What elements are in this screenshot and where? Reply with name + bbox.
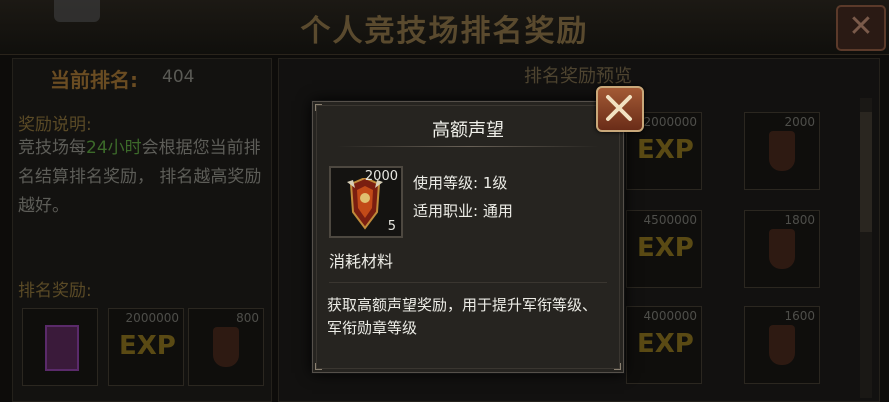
exp-icon: EXP [637, 329, 694, 359]
reward-desc-text: 竞技场每24小时会根据您当前排名结算排名奖励， 排名越高奖励越好。 [18, 134, 268, 221]
item-tooltip: 高额声望 2000 5 使用等级: 1级 适用职业: 通用 消耗材料 获取高额声… [312, 101, 624, 373]
prestige-badge-icon [347, 178, 383, 230]
slot-amount: 2000000 [643, 115, 697, 129]
prestige-badge-icon [769, 325, 795, 365]
level-requirement: 使用等级: 1级 [413, 174, 508, 192]
prestige-badge-icon [769, 229, 795, 269]
corner-ornament [315, 104, 322, 111]
reward-preview-header: 排名奖励预览 [524, 66, 632, 87]
slot-amount: 1600 [784, 309, 815, 323]
exp-icon: EXP [637, 135, 694, 165]
slot-amount: 4500000 [643, 213, 697, 227]
preview-slot-prestige[interactable]: 1600 [744, 306, 820, 384]
preview-slot-exp[interactable]: 4500000 EXP [626, 210, 702, 288]
gem-icon [45, 325, 79, 371]
item-amount: 2000 [364, 169, 398, 184]
title-divider [337, 146, 599, 147]
current-rank-label: 当前排名: [50, 68, 138, 92]
reward-slot-prestige[interactable]: 800 [188, 308, 264, 386]
preview-slot-exp[interactable]: 4000000 EXP [626, 306, 702, 384]
desc-divider [329, 282, 607, 283]
desc-before: 竞技场每 [18, 138, 86, 158]
class-requirement: 适用职业: 通用 [413, 202, 513, 220]
slot-amount: 4000000 [643, 309, 697, 323]
item-category: 消耗材料 [329, 252, 394, 271]
desc-highlight: 24小时 [86, 138, 142, 158]
corner-ornament [614, 363, 621, 370]
corner-ornament [315, 363, 322, 370]
close-icon [606, 95, 632, 121]
prestige-badge-icon [213, 327, 239, 367]
slot-amount: 2000 [784, 115, 815, 129]
item-name: 高额声望 [432, 120, 504, 141]
preview-scroll-thumb[interactable] [860, 112, 872, 232]
item-icon-frame: 2000 5 [329, 166, 403, 238]
reward-desc-title: 奖励说明: [18, 115, 92, 135]
preview-slot-prestige[interactable]: 2000 [744, 112, 820, 190]
exp-icon: EXP [119, 331, 176, 361]
rank-reward-title: 排名奖励: [18, 281, 92, 301]
reward-slot-exp[interactable]: 2000000 EXP [108, 308, 184, 386]
window-close-button[interactable]: ✕ [836, 5, 886, 51]
slot-amount: 800 [236, 311, 259, 325]
preview-slot-prestige[interactable]: 1800 [744, 210, 820, 288]
prestige-badge-icon [769, 131, 795, 171]
close-icon: ✕ [848, 9, 874, 44]
current-rank-value: 404 [162, 67, 195, 87]
exp-icon: EXP [637, 233, 694, 263]
tooltip-close-button[interactable] [596, 86, 644, 132]
slot-amount: 1800 [784, 213, 815, 227]
item-description: 获取高额声望奖励，用于提升军衔等级、军衔勋章等级 [327, 296, 598, 337]
window-title: 个人竞技场排名奖励 [300, 14, 589, 49]
item-count: 5 [387, 219, 396, 234]
reward-slot-gem[interactable] [22, 308, 98, 386]
slot-amount: 2000000 [125, 311, 179, 325]
